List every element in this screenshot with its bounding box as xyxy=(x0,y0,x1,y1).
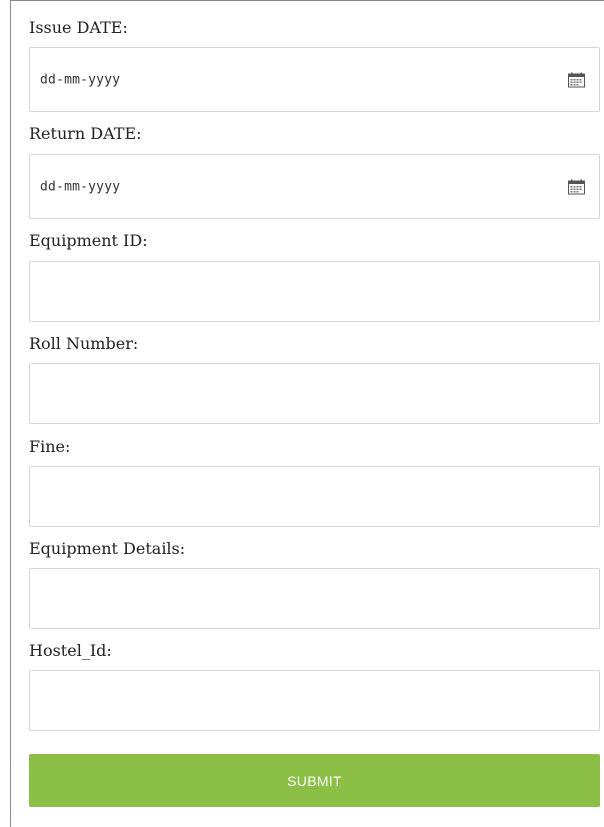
issue-date-input[interactable]: dd-mm-yyyy xyxy=(29,47,600,112)
hostel-id-label: Hostel_Id: xyxy=(29,641,112,660)
issue-date-placeholder: dd-mm-yyyy xyxy=(40,72,121,87)
equipment-details-label: Equipment Details: xyxy=(29,539,186,558)
calendar-icon[interactable] xyxy=(568,72,585,87)
submit-button[interactable]: SUBMIT xyxy=(29,754,600,807)
return-date-placeholder: dd-mm-yyyy xyxy=(40,179,121,194)
fine-label: Fine: xyxy=(29,437,71,456)
return-date-label: Return DATE: xyxy=(29,124,142,143)
equipment-id-input[interactable] xyxy=(29,261,600,322)
equipment-details-input[interactable] xyxy=(29,568,600,629)
hostel-id-input[interactable] xyxy=(29,670,600,731)
fine-input[interactable] xyxy=(29,466,600,527)
equipment-id-label: Equipment ID: xyxy=(29,231,148,250)
return-date-input[interactable]: dd-mm-yyyy xyxy=(29,154,600,219)
calendar-icon[interactable] xyxy=(568,179,585,194)
roll-number-label: Roll Number: xyxy=(29,334,139,353)
roll-number-input[interactable] xyxy=(29,363,600,424)
issue-date-label: Issue DATE: xyxy=(29,18,128,37)
